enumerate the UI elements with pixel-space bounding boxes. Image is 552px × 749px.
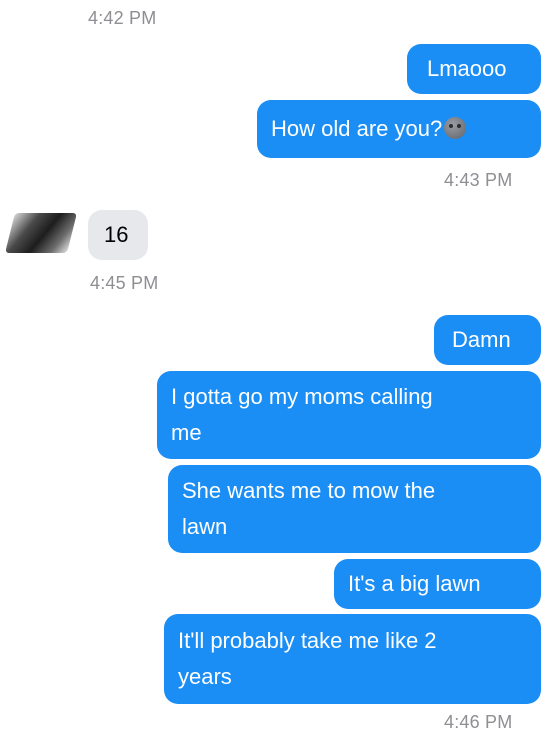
frowning-moon-face-emoji-icon: [444, 117, 467, 139]
timestamp: 4:43 PM: [444, 170, 513, 190]
message-text: 16: [104, 222, 129, 247]
contact-avatar[interactable]: [6, 205, 76, 265]
sent-message-bubble[interactable]: How old are you?: [257, 100, 541, 158]
message-text-line: me: [171, 420, 202, 445]
message-text-line: I gotta go my moms calling: [171, 384, 433, 409]
message-text-line: years: [178, 664, 232, 689]
sent-message-bubble[interactable]: Lmaooo: [407, 44, 541, 94]
sent-message-bubble[interactable]: Damn: [434, 315, 541, 365]
message-text: Damn: [452, 327, 511, 352]
message-text-line: She wants me to mow the: [182, 478, 436, 503]
timestamp: 4:45 PM: [90, 273, 159, 293]
timestamp: 4:46 PM: [444, 712, 513, 732]
sent-message-bubble[interactable]: It'll probably take me like 2 years: [164, 614, 541, 704]
message-text: How old are you?: [271, 116, 443, 141]
sent-message-bubble[interactable]: I gotta go my moms calling me: [157, 371, 541, 459]
avatar-photo: [6, 213, 76, 253]
sent-message-bubble[interactable]: She wants me to mow the lawn: [168, 465, 541, 553]
message-text: Lmaooo: [427, 56, 507, 81]
message-text-line: It'll probably take me like 2: [178, 628, 437, 653]
message-text: It's a big lawn: [348, 571, 481, 596]
conversation-thread: 4:42 PM Lmaooo How old are you? 4:43 PM …: [0, 0, 552, 749]
sent-message-bubble[interactable]: It's a big lawn: [334, 559, 541, 609]
timestamp: 4:42 PM: [88, 8, 157, 28]
received-message-bubble[interactable]: 16: [88, 210, 148, 260]
message-text-line: lawn: [182, 514, 228, 539]
